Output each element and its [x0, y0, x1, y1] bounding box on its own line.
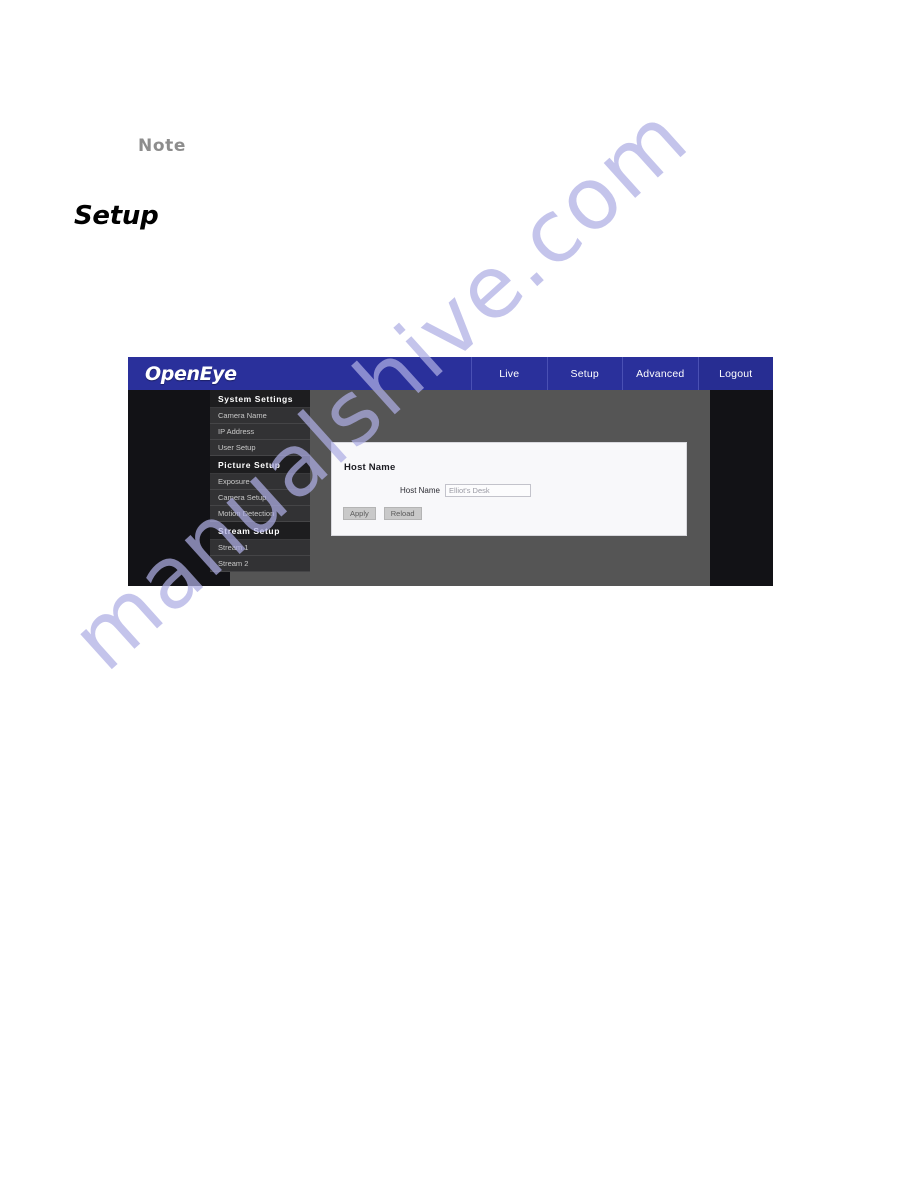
sidebar-group-stream-setup: Stream Setup	[210, 522, 310, 540]
sidebar-item-user-setup[interactable]: User Setup	[210, 440, 310, 456]
panel-button-row: Apply Reload	[343, 507, 422, 520]
page-watermark: manualshive.com	[0, 0, 918, 1188]
sidebar-group-picture-setup: Picture Setup	[210, 456, 310, 474]
apply-button[interactable]: Apply	[343, 507, 376, 520]
nav-tabs: Live Setup Advanced Logout	[471, 357, 773, 390]
brand-logo: OpenEye	[128, 357, 471, 390]
tab-logout[interactable]: Logout	[697, 357, 773, 390]
sidebar-item-ip-address[interactable]: IP Address	[210, 424, 310, 440]
sidebar-item-camera-setup[interactable]: Camera Setup	[210, 490, 310, 506]
sidebar-menu: System Settings Camera Name IP Address U…	[210, 390, 310, 572]
tab-setup[interactable]: Setup	[546, 357, 623, 390]
embedded-screenshot: OpenEye Live Setup Advanced Logout Syste…	[128, 357, 773, 586]
panel-title: Host Name	[344, 462, 396, 473]
host-name-panel: Host Name Host Name Elliot's Desk Apply …	[331, 442, 687, 536]
sidebar-group-system-settings: System Settings	[210, 390, 310, 408]
right-dark-gutter	[710, 390, 773, 586]
sidebar-item-motion-detection[interactable]: Motion Detection	[210, 506, 310, 522]
host-name-input[interactable]: Elliot's Desk	[445, 484, 531, 497]
page-section-heading: Setup	[74, 201, 159, 231]
sidebar-item-stream-2[interactable]: Stream 2	[210, 556, 310, 572]
note-label: Note	[138, 136, 186, 156]
sidebar-item-camera-name[interactable]: Camera Name	[210, 408, 310, 424]
tab-live[interactable]: Live	[471, 357, 547, 390]
sidebar-item-exposure[interactable]: Exposure	[210, 474, 310, 490]
tab-advanced[interactable]: Advanced	[622, 357, 698, 390]
host-name-label: Host Name	[399, 486, 440, 495]
app-body: System Settings Camera Name IP Address U…	[128, 390, 773, 586]
brand-name: OpenEye	[145, 362, 237, 385]
app-header: OpenEye Live Setup Advanced Logout	[128, 357, 773, 390]
sidebar-item-stream-1[interactable]: Stream 1	[210, 540, 310, 556]
reload-button[interactable]: Reload	[383, 507, 422, 520]
host-name-field-row: Host Name Elliot's Desk	[332, 484, 686, 497]
